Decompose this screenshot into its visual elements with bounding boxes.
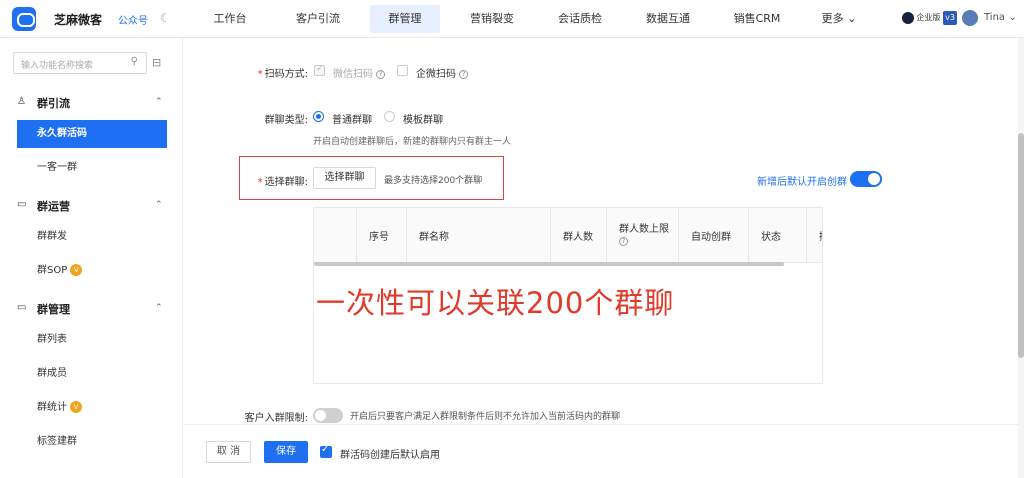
- sidebar-group-management[interactable]: 群管理: [37, 301, 70, 317]
- theme-toggle-icon[interactable]: ☾: [160, 11, 171, 25]
- group-type-label: 群聊类型:: [264, 115, 308, 126]
- sidebar-group-traffic[interactable]: 群引流: [37, 95, 70, 111]
- account-type-switch[interactable]: 公众号: [118, 12, 148, 27]
- enable-by-default-checkbox[interactable]: [320, 444, 332, 458]
- annotation-text: 一次性可以关联200个群聊: [316, 286, 675, 320]
- enable-by-default-label[interactable]: 群活码创建后默认启用: [340, 446, 440, 461]
- label-text: 选择群聊:: [264, 177, 308, 188]
- brand-name: 芝麻微客: [54, 13, 103, 27]
- col-member-count: 群人数: [550, 208, 606, 263]
- sidebar-item-group-members[interactable]: 群成员: [17, 360, 167, 388]
- nav-workbench[interactable]: 工作台: [198, 0, 262, 38]
- col-index: 序号: [356, 208, 406, 263]
- edition-badge: 企业版 v3: [902, 11, 957, 25]
- type-normal-option[interactable]: 普通群聊: [332, 111, 372, 126]
- search-icon[interactable]: ⚲: [131, 56, 138, 67]
- sidebar-item-group-broadcast[interactable]: 群群发: [17, 223, 167, 251]
- col-select: [314, 208, 356, 263]
- scan-mode-label: * 扫码方式:: [257, 69, 308, 80]
- type-template-radio[interactable]: [384, 111, 395, 122]
- join-limit-label: 客户入群限制:: [244, 413, 308, 424]
- sidebar-item-permanent-qr[interactable]: 永久群活码: [17, 120, 167, 148]
- sidebar-item-label: 群SOP: [37, 265, 68, 276]
- col-member-limit: 群人数上限 ?: [606, 208, 678, 263]
- save-button[interactable]: 保存: [264, 441, 308, 463]
- chevron-up-icon[interactable]: ⌃: [155, 303, 163, 313]
- join-limit-toggle[interactable]: [313, 408, 343, 423]
- scan-wecom-option[interactable]: 企微扫码 ?: [416, 65, 469, 80]
- edition-label: 企业版: [916, 13, 941, 22]
- function-search-input[interactable]: 输入功能名称搜索 ⚲: [13, 52, 147, 74]
- sidebar-item-label: 群统计: [37, 402, 67, 413]
- sidebar-item-group-stats[interactable]: 群统计 V: [17, 394, 167, 422]
- search-placeholder: 输入功能名称搜索: [21, 61, 94, 71]
- scrollbar-thumb[interactable]: [1018, 133, 1024, 358]
- option-label: 企微扫码: [416, 69, 456, 80]
- auto-create-label: 新增后默认开启创群: [757, 177, 847, 188]
- sidebar-group-operations[interactable]: 群运营: [37, 198, 70, 214]
- sidebar-item-tag-group[interactable]: 标签建群: [17, 428, 167, 456]
- col-group-name: 群名称: [406, 208, 550, 263]
- chat-icon: ▭: [17, 199, 27, 210]
- nav-group-management[interactable]: 群管理: [370, 5, 440, 33]
- sidebar-item-one-customer-one-group[interactable]: 一客一群: [17, 154, 167, 182]
- help-icon[interactable]: ?: [459, 69, 469, 79]
- type-template-option[interactable]: 模板群聊: [403, 111, 443, 126]
- footer-bar: [183, 424, 1018, 478]
- sidebar: 输入功能名称搜索 ⚲ ⊟ ♙ 群引流 ⌃ 永久群活码 一客一群 ▭ 群运营 ⌃ …: [0, 38, 183, 478]
- vip-icon: V: [70, 264, 83, 276]
- vip-icon: V: [70, 401, 82, 413]
- scan-wechat-checkbox: [314, 64, 325, 76]
- wecom-icon: [902, 11, 914, 24]
- user-plus-icon: ♙: [17, 96, 26, 107]
- avatar[interactable]: [962, 10, 978, 26]
- page-scrollbar[interactable]: [1018, 38, 1024, 478]
- nav-data-sync[interactable]: 数据互通: [634, 0, 702, 38]
- cancel-button[interactable]: 取 消: [206, 441, 251, 463]
- scan-wechat-option: 微信扫码 ?: [333, 65, 386, 80]
- app-logo-icon: [12, 7, 36, 31]
- select-group-button[interactable]: 选择群聊: [313, 167, 376, 189]
- user-menu[interactable]: Tina ⌄: [984, 12, 1017, 23]
- table-horizontal-scrollbar[interactable]: [314, 262, 784, 266]
- label-text: 扫码方式:: [264, 69, 308, 80]
- col-actions: 操: [806, 208, 822, 263]
- col-auto-create: 自动创群: [678, 208, 748, 263]
- auto-create-toggle[interactable]: [850, 171, 882, 187]
- sidebar-item-group-list[interactable]: 群列表: [17, 326, 167, 354]
- sidebar-item-group-sop[interactable]: 群SOP V: [17, 257, 167, 285]
- join-limit-hint: 开启后只要客户满足入群限制条件后则不允许加入当前活码内的群聊: [350, 412, 621, 422]
- col-status: 状态: [748, 208, 806, 263]
- option-label: 微信扫码: [333, 69, 373, 80]
- table-header: 序号 群名称 群人数 群人数上限 ? 自动创群 状态 操: [314, 208, 822, 263]
- chat-icon: ▭: [17, 302, 27, 313]
- select-group-hint: 最多支持选择200个群聊: [384, 176, 483, 186]
- scan-wecom-checkbox[interactable]: [397, 65, 408, 76]
- header-label: 群人数上限: [619, 223, 669, 235]
- chevron-up-icon[interactable]: ⌃: [155, 200, 163, 210]
- top-navigation-bar: 芝麻微客 公众号 ☾ 工作台 客户引流 群管理 营销裂变 会话质检 数据互通 销…: [0, 0, 1024, 38]
- nav-marketing-fission[interactable]: 营销裂变: [458, 0, 526, 38]
- group-type-hint: 开启自动创建群聊后，新建的群聊内只有群主一人: [313, 137, 512, 147]
- version-badge: v3: [943, 11, 957, 25]
- nav-session-qc[interactable]: 会话质检: [546, 0, 614, 38]
- menu-collapse-icon[interactable]: ⊟: [152, 56, 161, 69]
- nav-more[interactable]: 更多 ⌄: [812, 0, 866, 38]
- chevron-up-icon[interactable]: ⌃: [155, 97, 163, 107]
- help-icon[interactable]: ?: [376, 69, 386, 79]
- type-normal-radio[interactable]: [313, 111, 324, 122]
- nav-sales-crm[interactable]: 销售CRM: [722, 0, 792, 38]
- select-group-label: * 选择群聊:: [257, 177, 308, 188]
- nav-customer-acquisition[interactable]: 客户引流: [284, 0, 352, 38]
- help-icon[interactable]: ?: [619, 237, 628, 246]
